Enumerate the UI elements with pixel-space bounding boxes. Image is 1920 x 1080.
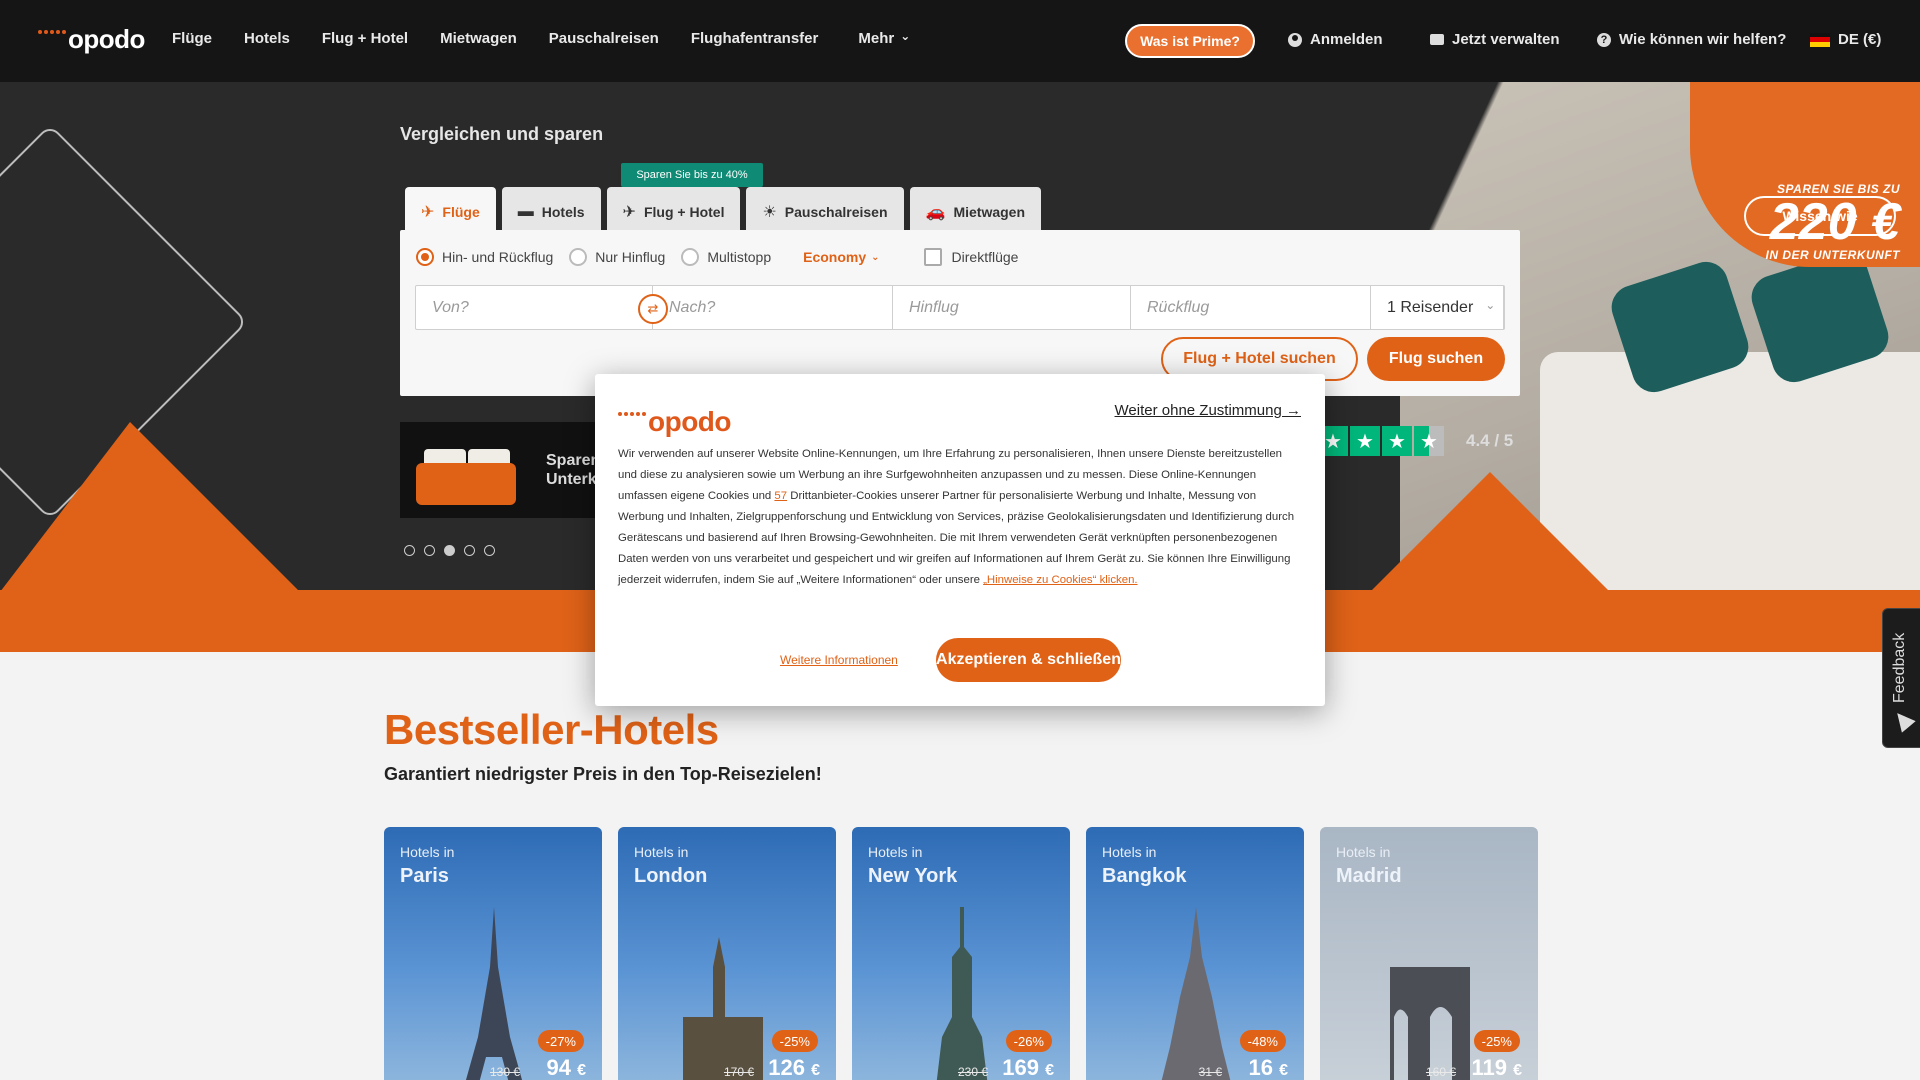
decorative-triangle xyxy=(0,422,300,590)
hotel-card-bangkok[interactable]: Hotels in Bangkok -48% 31 € 16 € xyxy=(1086,827,1304,1080)
carousel-dot[interactable] xyxy=(424,545,435,556)
partners-link[interactable]: 57 xyxy=(774,490,787,502)
bed-illustration xyxy=(416,435,516,505)
help-link[interactable]: ? Wie können wir helfen? xyxy=(1597,31,1786,48)
discount-badge: -27% xyxy=(537,1030,584,1052)
prime-button[interactable]: Was ist Prime? xyxy=(1125,24,1255,58)
carousel-dot-active[interactable] xyxy=(444,545,455,556)
tab-fluege[interactable]: ✈ Flüge xyxy=(405,187,496,231)
german-flag-icon xyxy=(1810,32,1830,47)
hotel-cards: Hotels in Paris -27% 130 € 94 € Hotels i… xyxy=(384,827,1538,1080)
trustpilot-rating: ★ ★ ★ ★ 4.4 / 5 xyxy=(1318,426,1513,456)
price: 119 € xyxy=(1471,1055,1522,1080)
savings-badge: Sparen Sie bis zu 40% xyxy=(621,163,763,193)
carousel-dot[interactable] xyxy=(464,545,475,556)
star-icon: ★ xyxy=(1382,426,1412,456)
accept-close-button[interactable]: Akzeptieren & schließen xyxy=(936,638,1121,682)
opodo-logo: opodo xyxy=(618,406,732,438)
bed-icon: ▬ xyxy=(517,203,534,220)
top-header: opodo Flüge Hotels Flug + Hotel Mietwage… xyxy=(0,0,1920,82)
discount-badge: -26% xyxy=(1005,1030,1052,1052)
carousel-dot[interactable] xyxy=(484,545,495,556)
nav-fluege[interactable]: Flüge xyxy=(172,30,212,47)
nav-mehr-dropdown[interactable]: Mehr xyxy=(858,30,910,47)
discount-badge: -48% xyxy=(1239,1030,1286,1052)
tab-flug-hotel[interactable]: ✈ Flug + Hotel xyxy=(606,187,741,231)
hotel-card-london[interactable]: Hotels in London -25% 170 € 126 € xyxy=(618,827,836,1080)
cookie-consent-modal: opodo Weiter ohne Zustimmung → Wir verwe… xyxy=(595,374,1325,706)
star-icon: ★ xyxy=(1350,426,1380,456)
from-input[interactable]: Von? xyxy=(416,286,653,329)
discount-badge: -25% xyxy=(771,1030,818,1052)
travelers-dropdown[interactable]: 1 Reisender xyxy=(1371,286,1504,329)
cookie-text: Wir verwenden auf unserer Website Online… xyxy=(618,448,1295,586)
price: 94 € xyxy=(546,1055,586,1080)
direct-flights-checkbox[interactable]: Direktflüge xyxy=(923,248,1018,266)
radio-multistop[interactable]: Multistopp xyxy=(681,248,771,266)
to-input[interactable]: Nach? xyxy=(653,286,893,329)
tab-hotels[interactable]: ▬ Hotels xyxy=(501,187,601,231)
depart-date-input[interactable]: Hinflug xyxy=(893,286,1131,329)
nav-flughafentransfer[interactable]: Flughafentransfer xyxy=(691,30,819,47)
decorative-triangle xyxy=(1370,472,1610,590)
hotel-card-madrid[interactable]: Hotels in Madrid -25% 160 € 119 € xyxy=(1320,827,1538,1080)
send-icon xyxy=(1890,707,1916,733)
nav-flug-hotel[interactable]: Flug + Hotel xyxy=(322,30,408,47)
login-link[interactable]: Anmelden xyxy=(1288,31,1383,48)
sun-icon: ☀ xyxy=(762,204,777,221)
search-fields: Von? Nach? Hinflug Rückflug 1 Reisender … xyxy=(415,285,1505,330)
nav-pauschalreisen[interactable]: Pauschalreisen xyxy=(549,30,659,47)
tab-mietwagen[interactable]: 🚗 Mietwagen xyxy=(909,187,1042,231)
locale-selector[interactable]: DE (€) xyxy=(1810,31,1881,48)
manage-booking-link[interactable]: Jetzt verwalten xyxy=(1430,31,1560,48)
carousel-dots xyxy=(404,545,495,556)
help-icon: ? xyxy=(1597,32,1611,47)
briefcase-icon xyxy=(1430,34,1444,45)
price: 169 € xyxy=(1002,1055,1054,1080)
hotel-card-new-york[interactable]: Hotels in New York -26% 230 € 169 € xyxy=(852,827,1070,1080)
discount-badge: -25% xyxy=(1473,1030,1520,1052)
promo-learn-more-button[interactable]: Wissen wie xyxy=(1744,196,1896,236)
return-date-input[interactable]: Rückflug xyxy=(1131,286,1371,329)
cabin-class-dropdown[interactable]: Economy xyxy=(803,249,879,265)
old-price: 160 € xyxy=(1425,1065,1456,1079)
tab-pauschalreisen[interactable]: ☀ Pauschalreisen xyxy=(746,187,904,231)
bestseller-subtitle: Garantiert niedrigster Preis in den Top-… xyxy=(384,764,822,784)
car-icon: 🚗 xyxy=(925,204,946,221)
product-tabs: ✈ Flüge ▬ Hotels ✈ Flug + Hotel ☀ Pausch… xyxy=(405,187,1042,231)
statue-of-liberty-image xyxy=(936,907,988,1080)
user-icon xyxy=(1288,32,1302,47)
price: 16 € xyxy=(1248,1055,1288,1080)
continue-without-consent-link[interactable]: Weiter ohne Zustimmung → xyxy=(1115,402,1301,419)
more-info-link[interactable]: Weitere Informationen xyxy=(780,653,898,667)
old-price: 31 € xyxy=(1198,1065,1222,1079)
radio-round-trip[interactable]: Hin- und Rückflug xyxy=(416,248,553,266)
old-price: 170 € xyxy=(723,1065,754,1079)
swap-icon[interactable]: ⇄ xyxy=(638,294,668,324)
price: 126 € xyxy=(768,1055,820,1080)
bestseller-title: Bestseller-Hotels xyxy=(384,706,719,753)
old-price: 130 € xyxy=(489,1065,520,1079)
plane-icon: ✈ xyxy=(421,204,435,221)
carousel-dot[interactable] xyxy=(404,545,415,556)
trip-type-row: Hin- und Rückflug Nur Hinflug Multistopp… xyxy=(416,248,1018,266)
temple-image xyxy=(1161,907,1231,1080)
nav-mietwagen[interactable]: Mietwagen xyxy=(440,30,517,47)
radio-one-way[interactable]: Nur Hinflug xyxy=(569,248,665,266)
main-nav: Flüge Hotels Flug + Hotel Mietwagen Paus… xyxy=(172,30,910,47)
hero-title: Vergleichen und sparen xyxy=(400,124,604,144)
star-half-icon: ★ xyxy=(1414,426,1444,456)
flight-search-form: Hin- und Rückflug Nur Hinflug Multistopp… xyxy=(400,230,1520,396)
nav-hotels[interactable]: Hotels xyxy=(244,30,290,47)
plane-bed-icon: ✈ xyxy=(622,204,636,221)
search-flight-button[interactable]: Flug suchen xyxy=(1367,337,1505,381)
hotel-card-paris[interactable]: Hotels in Paris -27% 130 € 94 € xyxy=(384,827,602,1080)
cookie-notice-link[interactable]: „Hinweise zu Cookies“ klicken. xyxy=(983,574,1137,586)
eiffel-tower-image xyxy=(465,907,523,1080)
opodo-logo[interactable]: opodo xyxy=(38,24,145,55)
feedback-tab[interactable]: Feedback xyxy=(1882,608,1920,748)
old-price: 230 € xyxy=(957,1065,988,1079)
